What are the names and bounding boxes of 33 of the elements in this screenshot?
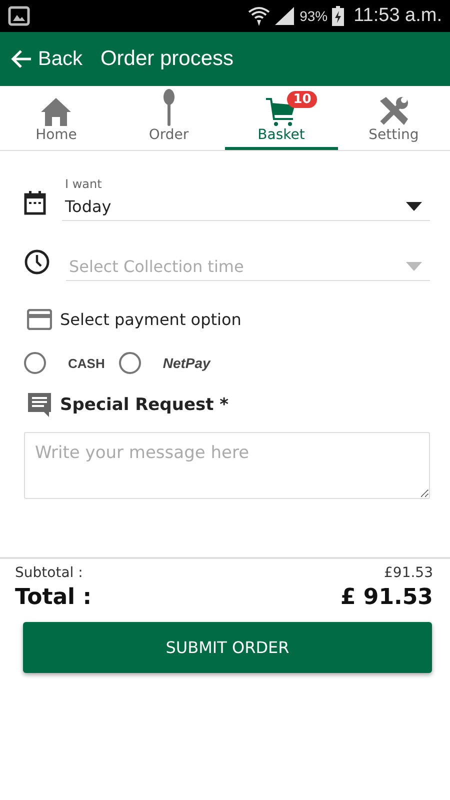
chat-bubble-icon [27,392,52,418]
payment-radio[interactable]: CASH [24,352,105,374]
house-icon [40,97,72,127]
clock-icon [24,249,50,275]
total-amount: £ 91.53 [340,585,433,610]
clock-time: 11:53 a.m. [354,5,442,27]
dropdown-value: Today [65,197,112,216]
payment-radio[interactable]: NetPay [118,352,210,374]
wifi-icon [248,5,270,27]
subtotal-amount: £91.53 [384,565,433,581]
signal-icon [274,6,296,26]
count-badge: 10 [287,91,318,108]
dropdown-caret-icon [406,262,422,271]
field-label: I want [65,177,103,191]
calendar-icon [24,191,46,215]
battery-charging-icon [332,6,344,26]
section-heading: Select payment option [60,310,242,329]
dropdown-caret-icon [406,202,422,211]
picture-icon [8,6,30,26]
credit-card-icon [27,309,52,330]
total-label: Total : [15,585,92,610]
submit-order-button[interactable]: SUBMIT ORDER [23,622,432,673]
message-field[interactable]: Write your message here [24,432,430,499]
subtotal-label: Subtotal : [15,565,83,581]
tools-icon [378,95,410,127]
page-title: Order process [100,47,234,71]
spoon-icon [162,89,176,127]
back-button[interactable]: Back [10,48,82,70]
date-dropdown[interactable]: I want Today [62,177,430,221]
battery-percent: 93% [300,8,328,24]
dropdown-placeholder: Select Collection time [69,257,244,276]
back-arrow-icon [10,49,32,69]
section-heading: Special Request * [60,395,229,415]
